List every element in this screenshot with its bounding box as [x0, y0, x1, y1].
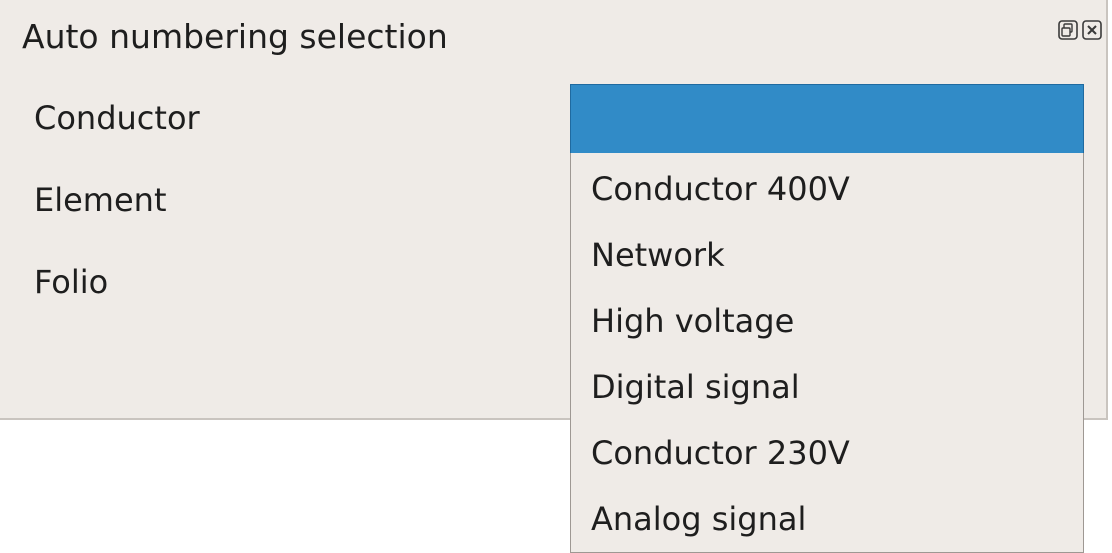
- dropdown-option-analog-signal[interactable]: Analog signal: [591, 497, 806, 541]
- label-conductor: Conductor: [34, 99, 200, 137]
- dropdown-option-conductor-400v[interactable]: Conductor 400V: [591, 167, 850, 211]
- dropdown-option-digital-signal[interactable]: Digital signal: [591, 365, 800, 409]
- conductor-dropdown-list: Conductor 400V Network High voltage Digi…: [570, 153, 1084, 553]
- conductor-combobox[interactable]: [570, 84, 1084, 154]
- dropdown-option-high-voltage[interactable]: High voltage: [591, 299, 794, 343]
- dialog-title: Auto numbering selection: [22, 17, 448, 56]
- label-folio: Folio: [34, 263, 109, 301]
- float-icon[interactable]: [1058, 20, 1078, 40]
- dropdown-option-conductor-230v[interactable]: Conductor 230V: [591, 431, 850, 475]
- title-bar-buttons: [1058, 20, 1102, 40]
- label-element: Element: [34, 181, 167, 219]
- dropdown-option-network[interactable]: Network: [591, 233, 725, 277]
- close-icon[interactable]: [1082, 20, 1102, 40]
